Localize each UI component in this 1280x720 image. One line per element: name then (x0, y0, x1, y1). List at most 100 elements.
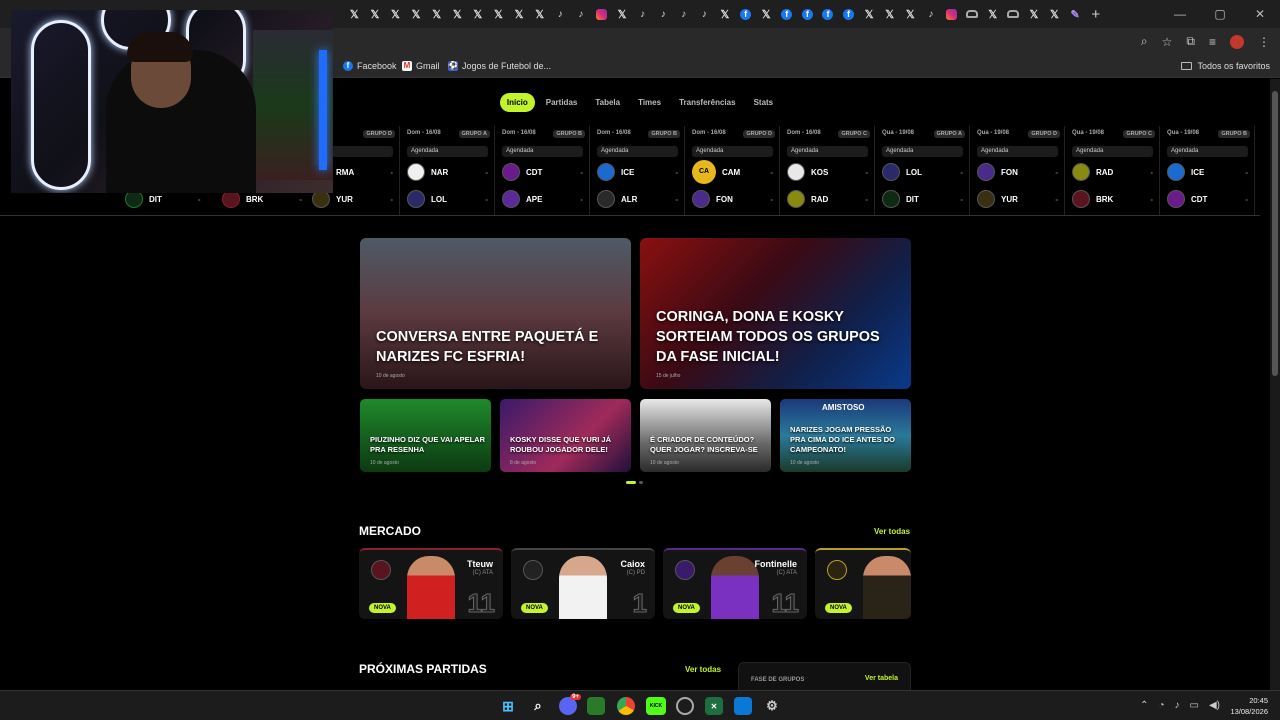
tab-facebook-icon[interactable]: f (776, 4, 797, 24)
tab-tiktok-icon[interactable]: ♪ (674, 4, 695, 24)
tab-x-icon[interactable]: 𝕏 (756, 4, 777, 24)
tab-tiktok-icon[interactable]: ♪ (694, 4, 715, 24)
proximas-see-all-link[interactable]: Ver todas (685, 665, 721, 674)
tab-x-icon[interactable]: 𝕏 (715, 4, 736, 24)
player-card[interactable]: Caiox (C) PD 1 NOVA (511, 548, 655, 619)
zoom-icon[interactable]: ⌕ (1141, 34, 1148, 49)
scrollbar-thumb[interactable] (1272, 91, 1278, 376)
tab-tiktok-icon[interactable]: ♪ (653, 4, 674, 24)
microphone-icon[interactable]: ♪ (1175, 700, 1180, 711)
score-placeholder: - (485, 167, 488, 177)
maximize-icon[interactable]: ▢ (1200, 7, 1240, 21)
nav-link[interactable]: Partidas (539, 93, 585, 112)
volume-icon[interactable]: ◀) (1209, 700, 1220, 711)
bookmark-star-icon[interactable]: ☆ (1162, 35, 1173, 49)
close-icon[interactable]: ✕ (1240, 7, 1280, 21)
chrome-icon[interactable] (617, 697, 635, 715)
tab-facebook-icon[interactable]: f (818, 4, 839, 24)
tab-kick-icon[interactable] (962, 4, 983, 24)
bookmark-gmail[interactable]: M Gmail (402, 61, 440, 71)
match-card[interactable]: Dom - 16/08 GRUPO B Agendada ICE - ALR - (591, 126, 685, 215)
news-card-small[interactable]: É criador de conteúdo? Quer jogar? Inscr… (640, 399, 771, 472)
tab-x-icon[interactable]: 𝕏 (344, 4, 365, 24)
news-card-small[interactable]: AMISTOSO Narizes jogam pressão pra cima … (780, 399, 911, 472)
match-card[interactable]: Dom - 16/08 GRUPO A Agendada NAR - LOL - (401, 126, 495, 215)
nav-link[interactable]: Stats (747, 93, 781, 112)
display-icon[interactable]: ▭ (1190, 700, 1199, 711)
kick-icon[interactable]: KICK (646, 697, 666, 715)
tab-tiktok-icon[interactable]: ♪ (632, 4, 653, 24)
nav-link[interactable]: Transferências (672, 93, 742, 112)
minimize-icon[interactable]: — (1160, 7, 1200, 21)
all-bookmarks[interactable]: Todos os favoritos (1181, 61, 1270, 71)
tab-tiktok-icon[interactable]: ♪ (571, 4, 592, 24)
nav-link[interactable]: Início (499, 93, 535, 112)
player-card[interactable]: NOVA (815, 548, 911, 619)
match-card[interactable]: Qua - 19/08 GRUPO B Agendada ICE - CDT - (1161, 126, 1255, 215)
tab-instagram-icon[interactable] (591, 4, 612, 24)
news-date: 10 de agosto (370, 460, 399, 466)
match-card[interactable]: Dom - 16/08 GRUPO C Agendada KOS - RAD - (781, 126, 875, 215)
tab-x-icon[interactable]: 𝕏 (406, 4, 427, 24)
search-icon[interactable]: ⌕ (529, 697, 547, 715)
chevron-up-icon[interactable]: ⌃ (1140, 700, 1148, 711)
news-card-big[interactable]: Conversa entre Paquetá e Narizes FC esfr… (360, 238, 631, 389)
tab-facebook-icon[interactable]: f (735, 4, 756, 24)
windows-start-icon[interactable]: ⊞ (499, 697, 517, 715)
settings-gear-icon[interactable]: ⚙ (763, 697, 781, 715)
tab-x-icon[interactable]: 𝕏 (1044, 4, 1065, 24)
tab-x-icon[interactable]: 𝕏 (612, 4, 633, 24)
mercado-see-all-link[interactable]: Ver todas (874, 527, 910, 536)
tab-x-icon[interactable]: 𝕏 (859, 4, 880, 24)
tab-edit-icon[interactable]: ✎ (1065, 4, 1086, 24)
tab-x-icon[interactable]: 𝕏 (365, 4, 386, 24)
tab-x-icon[interactable]: 𝕏 (488, 4, 509, 24)
menu-icon[interactable]: ⋮ (1258, 35, 1270, 49)
excel-icon[interactable]: ✕ (705, 697, 723, 715)
network-icon[interactable]: ◔ (1158, 700, 1164, 711)
tab-x-icon[interactable]: 𝕏 (509, 4, 530, 24)
news-card-small[interactable]: Piuzinho diz que vai apelar pra resenha … (360, 399, 491, 472)
tab-x-icon[interactable]: 𝕏 (879, 4, 900, 24)
tab-x-icon[interactable]: 𝕏 (529, 4, 550, 24)
discord-icon[interactable]: 9+ (559, 694, 581, 715)
player-card[interactable]: Fontinelle (C) ATA 11 NOVA (663, 548, 807, 619)
carousel-dot[interactable] (626, 481, 636, 484)
reading-list-icon[interactable]: ≡ (1209, 35, 1216, 49)
extensions-icon[interactable]: ⧉ (1186, 34, 1195, 49)
obs-icon[interactable] (676, 697, 694, 715)
bookmark-jogos[interactable]: ⚽ Jogos de Futebol de... (448, 61, 551, 71)
news-card-big[interactable]: Coringa, Dona e Kosky sorteiam todos os … (640, 238, 911, 389)
match-card[interactable]: Dom - 16/08 GRUPO B Agendada CDT - APE - (496, 126, 590, 215)
see-table-link[interactable]: Ver tabela (865, 675, 898, 682)
new-tab-button[interactable]: + (1091, 6, 1100, 23)
clock[interactable]: 20:45 13/08/2026 (1230, 695, 1268, 717)
tab-facebook-icon[interactable]: f (797, 4, 818, 24)
bookmark-facebook[interactable]: f Facebook (343, 61, 397, 71)
match-card[interactable]: Dom - 16/08 GRUPO D Agendada CA CAM - FON - (686, 126, 780, 215)
tab-facebook-icon[interactable]: f (838, 4, 859, 24)
profile-avatar[interactable] (1230, 34, 1244, 49)
tab-x-icon[interactable]: 𝕏 (1024, 4, 1045, 24)
news-card-small[interactable]: Kosky disse que Yuri já roubou jogador d… (500, 399, 631, 472)
tab-instagram-icon[interactable] (941, 4, 962, 24)
tab-x-icon[interactable]: 𝕏 (982, 4, 1003, 24)
tab-x-icon[interactable]: 𝕏 (447, 4, 468, 24)
match-card[interactable]: Qua - 19/08 GRUPO D Agendada FON - YUR - (971, 126, 1065, 215)
tab-x-icon[interactable]: 𝕏 (468, 4, 489, 24)
nav-link[interactable]: Times (631, 93, 668, 112)
tab-tiktok-icon[interactable]: ♪ (921, 4, 942, 24)
tab-x-icon[interactable]: 𝕏 (426, 4, 447, 24)
player-card[interactable]: Tteuw (C) ATA 11 NOVA (359, 548, 503, 619)
tab-x-icon[interactable]: 𝕏 (385, 4, 406, 24)
tab-x-icon[interactable]: 𝕏 (900, 4, 921, 24)
tab-kick-icon[interactable] (1003, 4, 1024, 24)
match-card[interactable]: Qua - 19/08 GRUPO C Agendada RAD - BRK - (1066, 126, 1160, 215)
tab-tiktok-icon[interactable]: ♪ (550, 4, 571, 24)
nav-link[interactable]: Tabela (588, 93, 627, 112)
page-scrollbar[interactable] (1270, 79, 1280, 690)
match-card[interactable]: Qua - 19/08 GRUPO A Agendada LOL - DIT - (876, 126, 970, 215)
app-icon[interactable] (587, 697, 605, 715)
carousel-dot[interactable] (639, 481, 643, 484)
photos-icon[interactable] (734, 697, 752, 715)
